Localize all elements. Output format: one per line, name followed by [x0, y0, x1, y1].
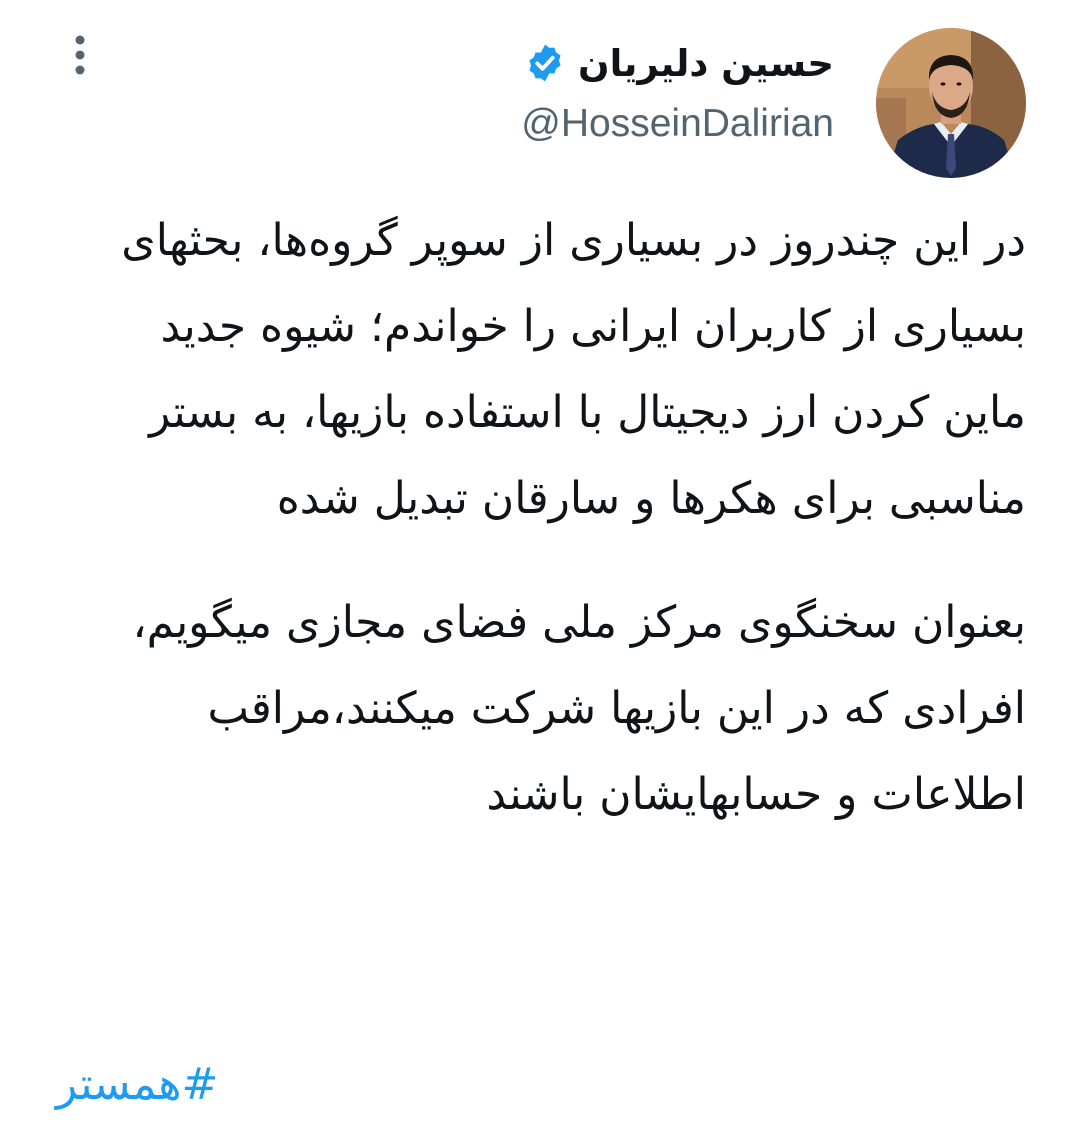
- vertical-ellipsis-icon: [75, 35, 85, 75]
- hashtag-link[interactable]: #همستر: [56, 1050, 218, 1120]
- verified-badge-icon: [524, 42, 566, 84]
- author-handle[interactable]: @HosseinDalirian: [521, 102, 834, 146]
- author-block: حسین دلیریان @HosseinDalirian: [521, 36, 834, 146]
- avatar[interactable]: [876, 28, 1026, 178]
- profile-photo-icon: [876, 28, 1026, 178]
- tweet-text: در این چندروز در بسیاری از سوپر گروه‌ها،…: [106, 198, 1026, 838]
- tweet-paragraph-2: بعنوان سخنگوی مرکز ملی فضای مجازی میگویم…: [132, 597, 1026, 820]
- tweet-card: حسین دلیریان @HosseinDalirian در این چند…: [0, 0, 1080, 1139]
- author-display-name[interactable]: حسین دلیریان: [578, 42, 834, 85]
- tweet-paragraph-1: در این چندروز در بسیاری از سوپر گروه‌ها،…: [121, 215, 1026, 524]
- more-options-button[interactable]: [58, 32, 102, 80]
- author-name-row: حسین دلیریان: [521, 36, 834, 90]
